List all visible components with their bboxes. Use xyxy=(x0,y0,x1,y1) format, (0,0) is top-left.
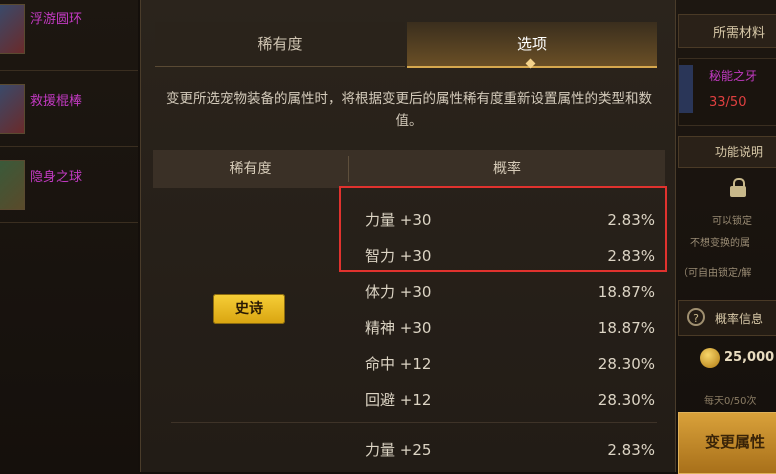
item-thumbnail xyxy=(0,84,25,134)
stat-name: 力量 +30 xyxy=(365,211,432,229)
change-attribute-button[interactable]: 变更属性 xyxy=(678,412,776,474)
material-name: 秘能之牙 xyxy=(709,69,758,83)
tab-rarity[interactable]: 稀有度 xyxy=(155,22,405,67)
stat-name: 体力 +30 xyxy=(365,283,432,301)
list-item[interactable]: 浮游圆环 xyxy=(0,0,138,71)
function-description-header: 功能说明 xyxy=(678,136,776,168)
table-row: 精神 +30 18.87% xyxy=(365,310,655,346)
stat-probability: 18.87% xyxy=(597,283,655,301)
probability-info-label: 概率信息 xyxy=(715,312,764,326)
question-icon: ? xyxy=(687,308,705,326)
stat-probability: 2.83% xyxy=(607,441,655,459)
stat-name: 命中 +12 xyxy=(365,355,432,373)
stat-probability: 28.30% xyxy=(597,391,655,409)
modal-description: 变更所选宠物装备的属性时，将根据变更后的属性稀有度重新设置属性的类型和数值。 xyxy=(166,91,652,129)
rarity-badge-epic: 史诗 xyxy=(213,294,285,324)
item-thumbnail xyxy=(0,4,25,54)
item-name: 救援棍棒 xyxy=(30,94,83,109)
item-name: 隐身之球 xyxy=(30,170,83,185)
item-name: 浮游圆环 xyxy=(30,12,83,27)
column-header-probability: 概率 xyxy=(493,161,521,177)
materials-header: 所需材料 xyxy=(678,14,776,48)
material-thumbnail xyxy=(679,65,693,113)
lock-icon xyxy=(730,178,746,197)
lock-hint-line: 可以锁定 xyxy=(712,216,752,227)
function-description-title: 功能说明 xyxy=(715,145,764,159)
gold-cost: 25,000 xyxy=(724,350,775,365)
table-row: 力量 +25 2.83% xyxy=(365,432,655,468)
stat-name: 智力 +30 xyxy=(365,247,432,265)
probability-info-button[interactable]: ? 概率信息 xyxy=(678,300,776,336)
materials-title: 所需材料 xyxy=(713,26,766,41)
table-row: 体力 +30 18.87% xyxy=(365,274,655,310)
daily-limit: 每天0/50次 xyxy=(704,396,757,407)
table-row: 力量 +30 2.83% xyxy=(365,202,655,238)
list-item[interactable]: 救援棍棒 xyxy=(0,76,138,147)
material-card: 秘能之牙 33/50 xyxy=(678,58,776,126)
change-attribute-label: 变更属性 xyxy=(705,433,766,451)
left-item-list: 浮游圆环 救援棍棒 隐身之球 xyxy=(0,0,138,472)
list-item[interactable]: 隐身之球 xyxy=(0,152,138,223)
lock-hint-line: （可自由锁定/解 xyxy=(678,268,752,279)
stat-name: 精神 +30 xyxy=(365,319,432,337)
table-row: 回避 +12 28.30% xyxy=(365,382,655,418)
stat-probability: 18.87% xyxy=(597,319,655,337)
item-thumbnail xyxy=(0,160,25,210)
table-header: 稀有度 概率 xyxy=(153,150,665,188)
group-divider xyxy=(171,422,657,423)
material-count: 33/50 xyxy=(709,95,747,110)
stat-probability: 2.83% xyxy=(607,247,655,265)
column-header-rarity: 稀有度 xyxy=(229,161,272,177)
table-row: 命中 +12 28.30% xyxy=(365,346,655,382)
lock-hint-line: 不想变换的属 xyxy=(690,238,750,249)
gold-coin-icon xyxy=(700,348,720,368)
table-row: 智力 +30 2.83% xyxy=(365,238,655,274)
stat-probability: 2.83% xyxy=(607,211,655,229)
stat-name: 回避 +12 xyxy=(365,391,432,409)
probability-modal: 稀有度 选项 变更所选宠物装备的属性时，将根据变更后的属性稀有度重新设置属性的类… xyxy=(140,0,676,472)
stat-probability: 28.30% xyxy=(597,355,655,373)
stat-name: 力量 +25 xyxy=(365,441,432,459)
